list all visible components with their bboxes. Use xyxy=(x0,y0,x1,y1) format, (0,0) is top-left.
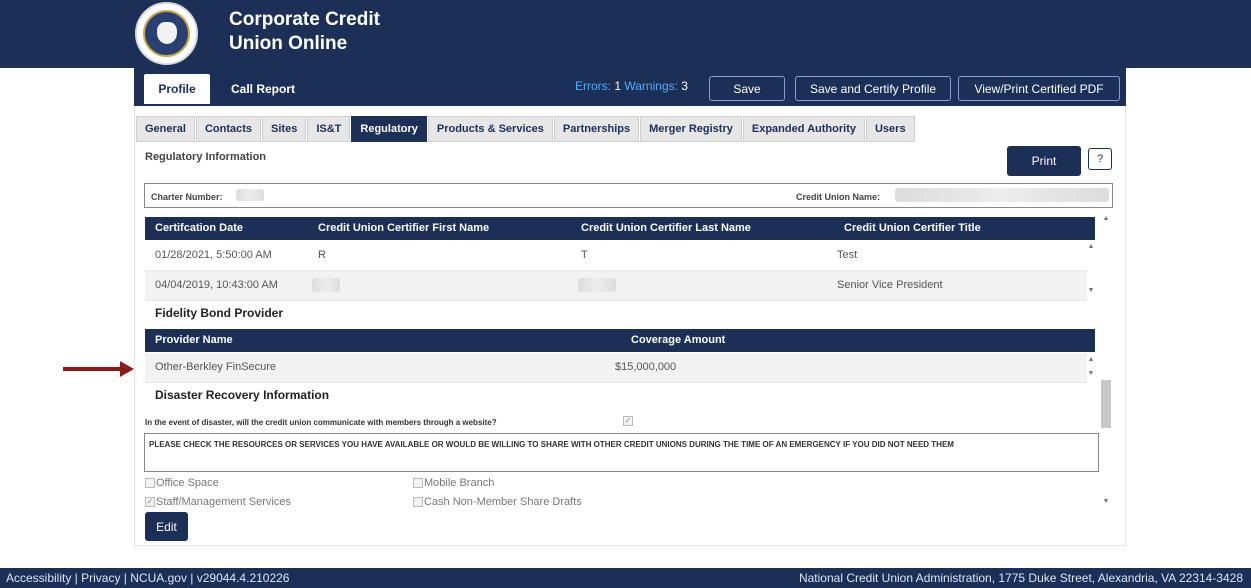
table-row[interactable]: 04/04/2019, 10:43:00 AM Senior Vice Pres… xyxy=(145,271,1087,301)
tab-users[interactable]: Users xyxy=(865,116,915,142)
cell-title: Senior Vice President xyxy=(837,279,943,291)
help-button[interactable]: ? xyxy=(1088,148,1112,170)
annotation-arrow-icon xyxy=(63,367,128,371)
errors-count: 1 xyxy=(614,79,622,93)
disaster-recovery-title: Disaster Recovery Information xyxy=(155,388,330,402)
section-title: Regulatory Information xyxy=(145,151,267,163)
tab-partnerships[interactable]: Partnerships xyxy=(553,116,640,142)
col-first-name: Credit Union Certifier First Name xyxy=(318,222,490,234)
app-title-line2: Union Online xyxy=(229,33,348,54)
main-scroll-up-icon[interactable]: ▲ xyxy=(1102,215,1110,223)
fidelity-scroll-down-icon[interactable]: ▼ xyxy=(1087,370,1095,378)
disaster-question: In the event of disaster, will the credi… xyxy=(145,418,497,427)
charter-number-label: Charter Number: xyxy=(151,192,223,202)
table-row[interactable]: 01/28/2021, 5:50:00 AM R T Test xyxy=(145,241,1087,271)
tab-ist[interactable]: IS&T xyxy=(307,116,351,142)
tab-sites[interactable]: Sites xyxy=(262,116,307,142)
table-row[interactable]: Other-Berkley FinSecure $15,000,000 xyxy=(145,353,1087,383)
tab-products-services[interactable]: Products & Services xyxy=(427,116,553,142)
col-last-name: Credit Union Certifier Last Name xyxy=(581,222,751,234)
staff-mgmt-checkbox[interactable]: ✓ xyxy=(145,497,155,507)
content-panel xyxy=(134,106,1126,546)
col-title: Credit Union Certifier Title xyxy=(844,222,981,234)
mobile-branch-checkbox[interactable] xyxy=(413,478,423,488)
cell-last-name: T xyxy=(581,249,588,261)
website-checkbox[interactable]: ✓ xyxy=(623,416,633,426)
office-space-label: Office Space xyxy=(156,477,219,489)
footer-address: National Credit Union Administration, 17… xyxy=(798,571,1243,585)
charter-number-redacted xyxy=(236,189,264,201)
col-coverage-amount: Coverage Amount xyxy=(631,334,726,346)
mobile-branch-label: Mobile Branch xyxy=(424,477,495,489)
errors-warnings-status[interactable]: Errors: 1 Warnings: 3 xyxy=(575,79,688,93)
cert-scroll-up-icon[interactable]: ▲ xyxy=(1087,243,1095,251)
credit-union-name-redacted xyxy=(895,188,1109,202)
cell-coverage-amount: $15,000,000 xyxy=(615,361,677,373)
annotation-arrowhead-icon xyxy=(120,361,134,377)
credit-union-name-label: Credit Union Name: xyxy=(796,192,881,202)
cash-non-member-checkbox[interactable] xyxy=(413,497,423,507)
errors-label: Errors: xyxy=(575,79,611,93)
cell-date: 04/04/2019, 10:43:00 AM xyxy=(155,279,278,291)
col-provider-name: Provider Name xyxy=(155,334,233,346)
tab-profile[interactable]: Profile xyxy=(144,74,210,104)
seal-inner xyxy=(143,10,190,57)
app-title-line1: Corporate Credit xyxy=(229,9,380,30)
cell-provider-name: Other-Berkley FinSecure xyxy=(155,361,277,373)
tab-regulatory[interactable]: Regulatory xyxy=(351,116,427,142)
print-button[interactable]: Print xyxy=(1007,146,1081,176)
staff-mgmt-label: Staff/Management Services xyxy=(156,496,291,508)
cell-date: 01/28/2021, 5:50:00 AM xyxy=(155,249,272,261)
sub-tabs: General Contacts Sites IS&T Regulatory P… xyxy=(136,116,915,144)
main-scroll-down-icon[interactable]: ▼ xyxy=(1102,498,1110,506)
resources-notice: PLEASE CHECK THE RESOURCES OR SERVICES Y… xyxy=(144,433,1099,472)
fidelity-bond-title: Fidelity Bond Provider xyxy=(155,306,284,320)
cell-title: Test xyxy=(837,249,858,261)
cash-non-member-label: Cash Non-Member Share Drafts xyxy=(424,496,582,508)
view-print-pdf-button[interactable]: View/Print Certified PDF xyxy=(958,76,1120,101)
col-certification-date: Certifcation Date xyxy=(155,222,244,234)
save-button[interactable]: Save xyxy=(709,76,785,101)
cell-last-name-redacted xyxy=(578,278,616,292)
fidelity-table-header: Provider Name Coverage Amount xyxy=(145,329,1095,352)
cell-first-name-redacted xyxy=(312,278,340,292)
cert-scroll-down-icon[interactable]: ▼ xyxy=(1087,287,1095,295)
save-certify-button[interactable]: Save and Certify Profile xyxy=(795,76,951,101)
footer: Accessibility | Privacy | NCUA.gov | v29… xyxy=(0,568,1251,588)
cell-first-name: R xyxy=(318,249,326,261)
tab-merger-registry[interactable]: Merger Registry xyxy=(640,116,742,142)
tab-contacts[interactable]: Contacts xyxy=(195,116,262,142)
ncua-seal-logo xyxy=(135,2,198,65)
office-space-checkbox[interactable] xyxy=(145,478,155,488)
app-title: Corporate Credit Union Online xyxy=(229,8,380,56)
main-scrollbar-thumb[interactable] xyxy=(1101,380,1111,428)
warnings-label: Warnings: xyxy=(624,79,678,93)
tab-general[interactable]: General xyxy=(136,116,195,142)
edit-button[interactable]: Edit xyxy=(145,512,188,541)
footer-links[interactable]: Accessibility | Privacy | NCUA.gov | v29… xyxy=(6,571,289,585)
eagle-icon xyxy=(157,22,177,44)
tab-expanded-authority[interactable]: Expanded Authority xyxy=(742,116,865,142)
tab-call-report[interactable]: Call Report xyxy=(219,74,307,104)
warnings-count: 3 xyxy=(681,79,688,93)
fidelity-scroll-up-icon[interactable]: ▲ xyxy=(1087,356,1095,364)
cert-table-header: Certifcation Date Credit Union Certifier… xyxy=(145,217,1095,240)
